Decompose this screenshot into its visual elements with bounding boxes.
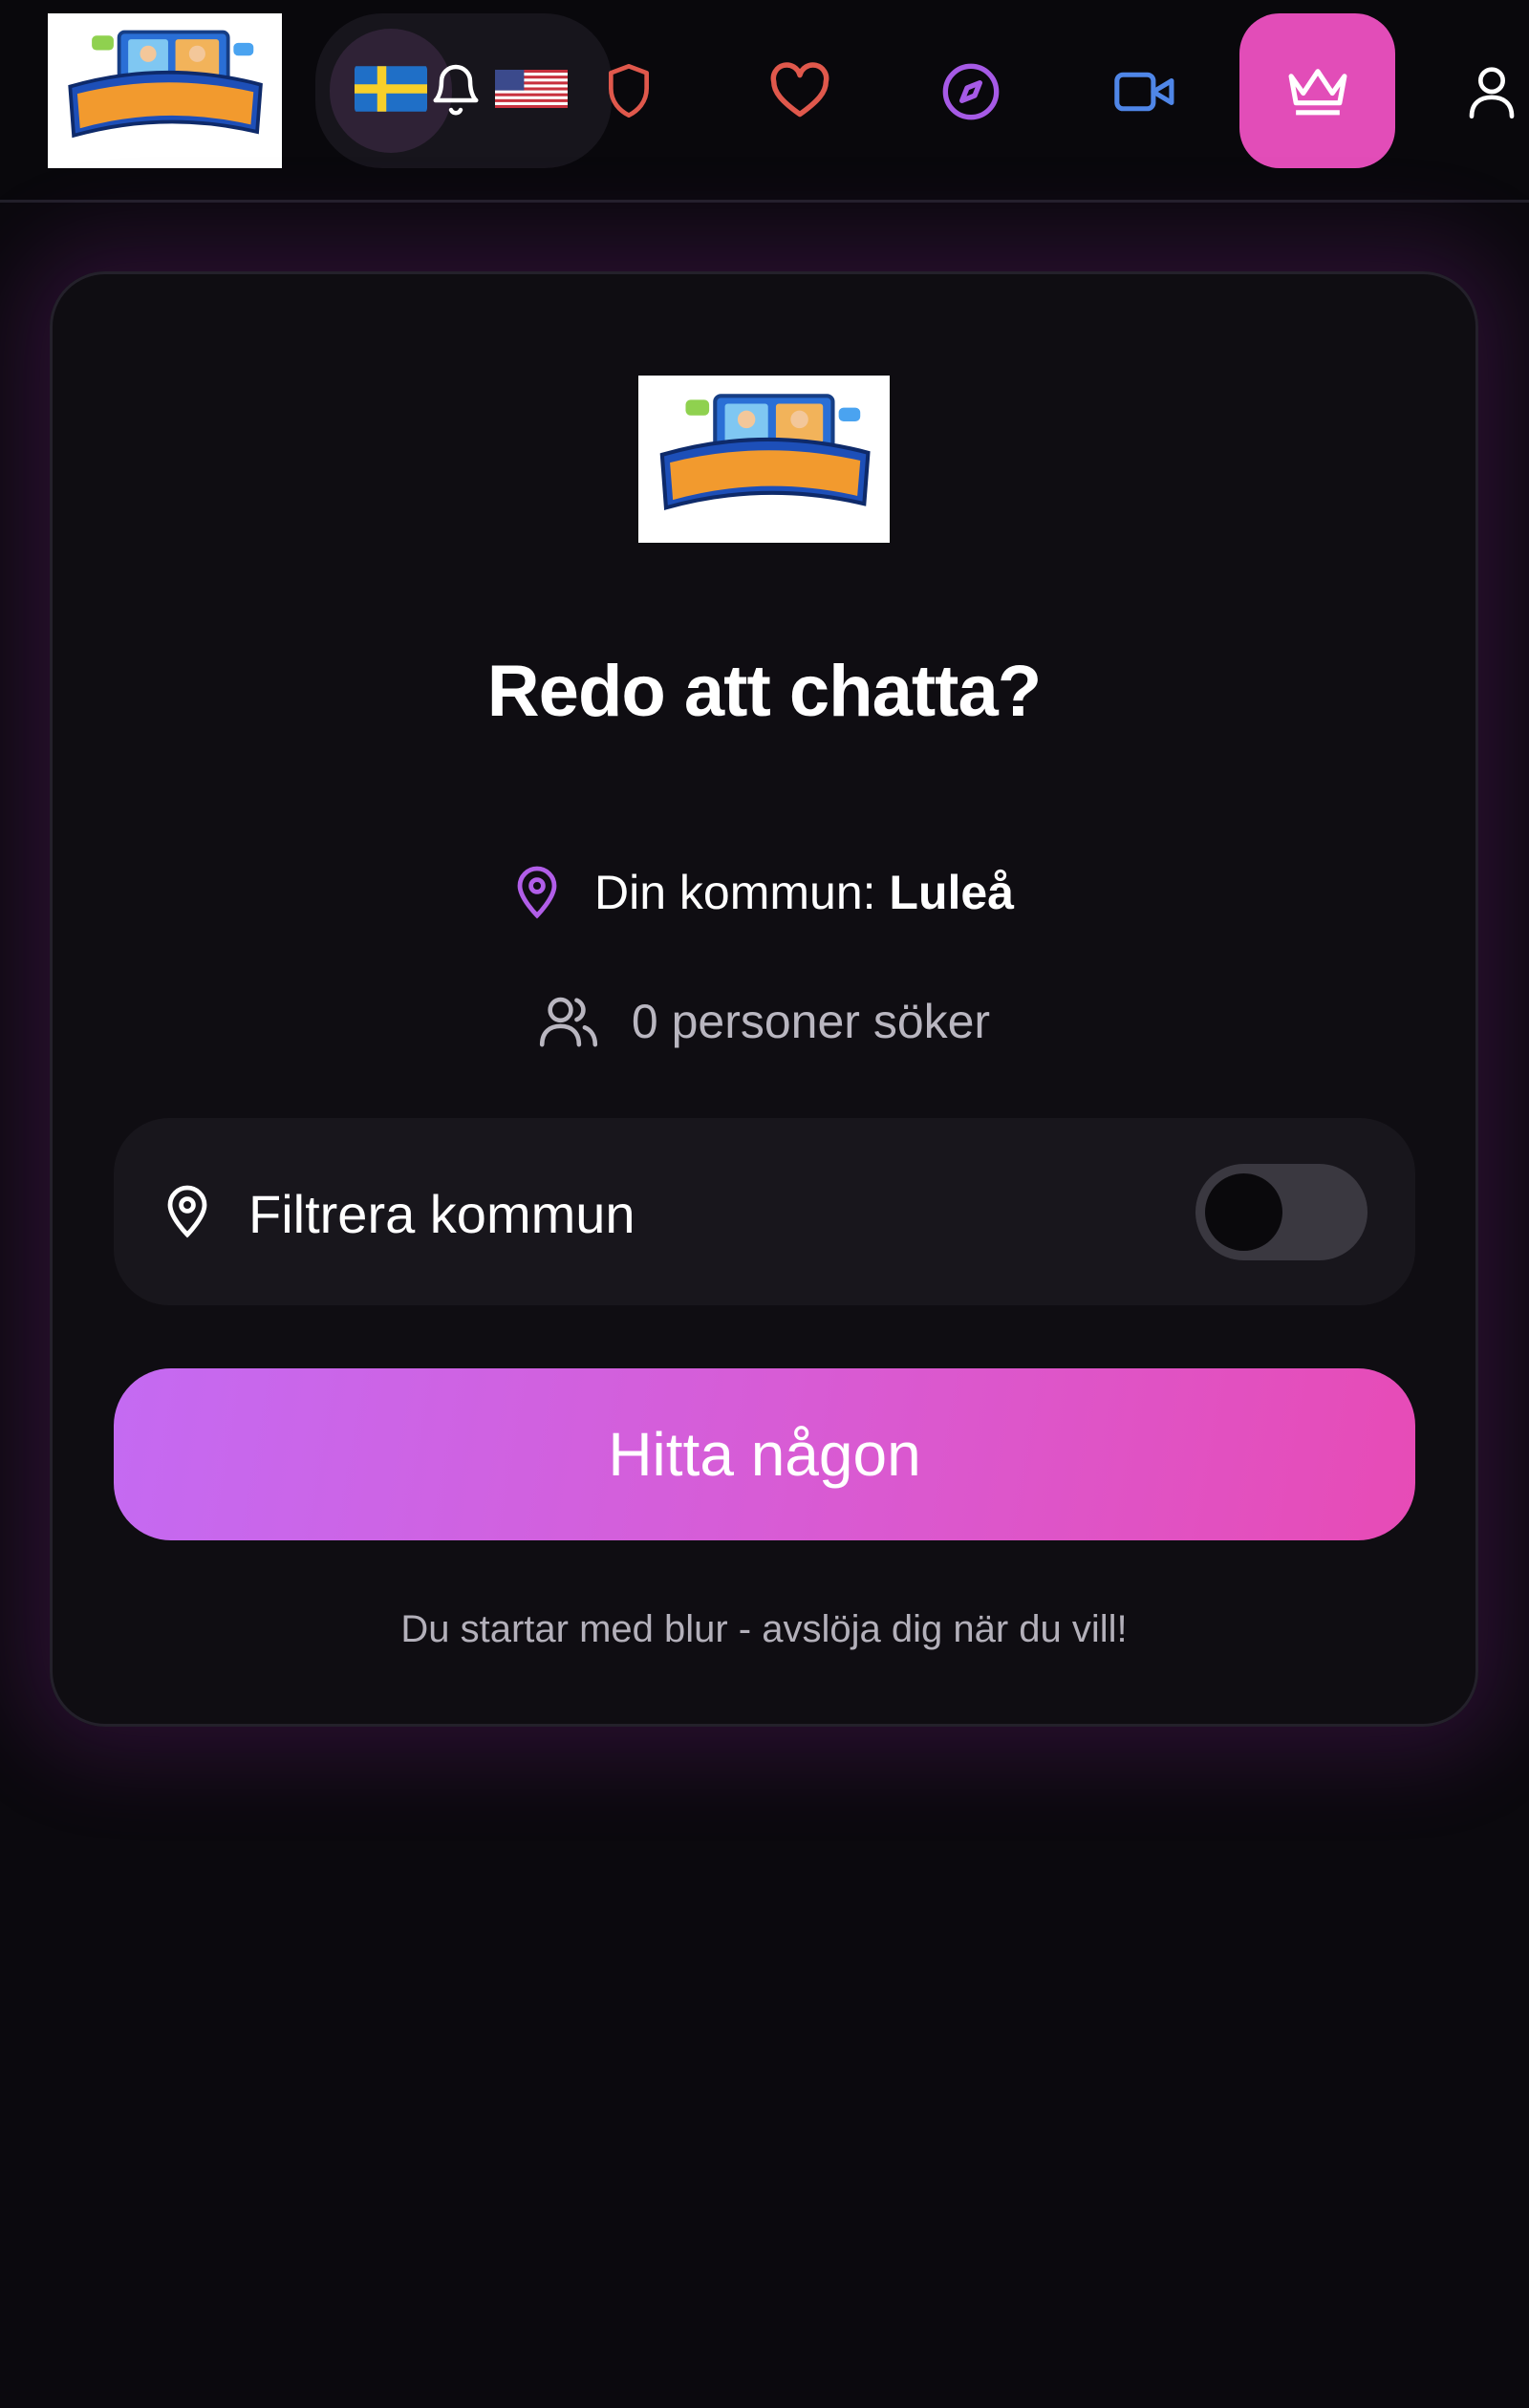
language-option-en[interactable] xyxy=(495,64,568,114)
videochatt-logo-icon xyxy=(659,393,871,510)
shield-icon xyxy=(609,64,649,118)
blur-hint-text: Du startar med blur - avslöja dig när du… xyxy=(400,1608,1128,1650)
find-someone-button[interactable]: Hitta någon xyxy=(114,1368,1415,1540)
header-logo[interactable] xyxy=(48,13,282,168)
card-logo xyxy=(638,376,890,543)
location-info: Din kommun: Luleå xyxy=(50,865,1478,920)
bell-icon xyxy=(433,64,479,116)
sweden-flag-icon xyxy=(355,64,427,114)
searching-text: 0 personer söker xyxy=(631,995,991,1048)
searching-count: 0 personer söker xyxy=(50,994,1478,1049)
location-label: Din kommun: xyxy=(593,866,876,919)
user-icon xyxy=(1469,67,1515,118)
usa-flag-icon xyxy=(495,64,568,114)
heart-icon xyxy=(770,62,829,118)
compass-icon xyxy=(942,63,1000,120)
crown-icon xyxy=(1288,69,1346,116)
safety-button[interactable] xyxy=(600,59,657,122)
location-value: Luleå xyxy=(889,866,1015,919)
location-text: Din kommun: Luleå xyxy=(594,865,1014,920)
page-title: Redo att chatta? xyxy=(486,651,1042,732)
filter-municipality-label: Filtrera kommun xyxy=(248,1184,635,1244)
profile-button[interactable] xyxy=(1464,61,1519,122)
video-icon xyxy=(1114,72,1174,112)
explore-button[interactable] xyxy=(939,60,1002,123)
video-chat-button[interactable] xyxy=(1112,69,1177,115)
notifications-button[interactable] xyxy=(426,59,485,122)
language-option-sv[interactable] xyxy=(355,64,427,114)
favorites-button[interactable] xyxy=(766,61,833,120)
videochatt-logo-icon xyxy=(68,30,264,139)
top-navigation-bar xyxy=(0,0,1529,203)
premium-button[interactable] xyxy=(1239,13,1395,168)
users-icon xyxy=(539,997,597,1047)
map-pin-icon xyxy=(517,866,557,919)
map-pin-icon xyxy=(167,1185,207,1238)
toggle-knob xyxy=(1205,1173,1282,1251)
